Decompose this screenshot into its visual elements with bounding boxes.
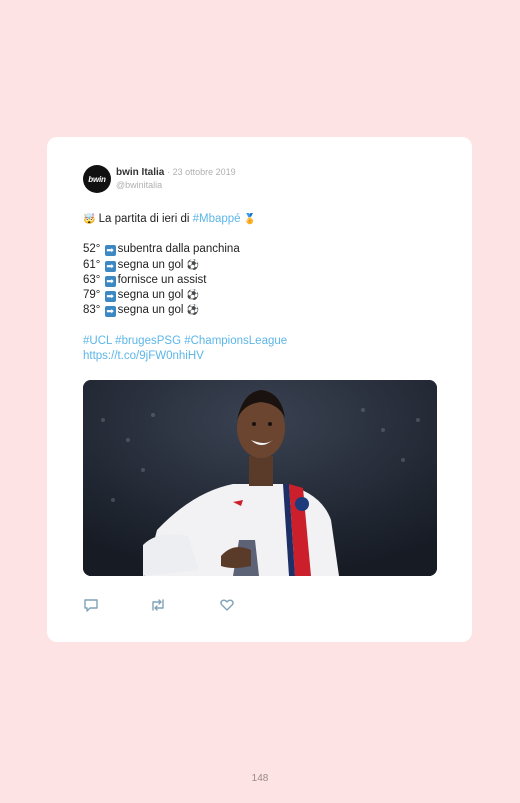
page-number: 148 — [251, 773, 269, 784]
event-minute: 61° — [83, 258, 101, 271]
right-arrow-icon: ➡ — [104, 275, 116, 287]
medal-emoji: 🏅 — [243, 214, 257, 225]
right-arrow-icon: ➡ — [104, 290, 116, 302]
tweet-link[interactable]: https://t.co/9jFW0nhiHV — [83, 349, 287, 364]
author-name[interactable]: bwin Italia — [116, 167, 164, 178]
events-list: 52° ➡ subentra dalla panchina 61° ➡ segna u… — [83, 242, 287, 318]
reply-icon[interactable] — [83, 597, 99, 613]
event-minute: 79° — [83, 288, 101, 301]
event-line: 83° ➡ segna un gol ⚽ — [83, 303, 287, 318]
author-handle[interactable]: @bwinitalia — [116, 180, 162, 190]
mbappe-hashtag[interactable]: #Mbappé — [193, 213, 241, 225]
event-line: 63° ➡ fornisce un assist — [83, 273, 287, 288]
tweet-photo[interactable] — [83, 380, 437, 576]
tweet-card: bwin bwin Italia · 23 ottobre 2019 @bwin… — [47, 137, 472, 642]
soccer-ball-icon: ⚽ — [186, 305, 200, 317]
event-text: fornisce un assist — [117, 273, 207, 286]
like-icon[interactable] — [219, 597, 235, 613]
exploding-head-emoji: 🤯 — [83, 214, 96, 225]
event-line: 52° ➡ subentra dalla panchina — [83, 242, 287, 257]
event-minute: 52° — [83, 243, 101, 256]
avatar[interactable]: bwin — [83, 165, 111, 193]
intro-line: 🤯 La partita di ieri di #Mbappé 🏅 — [83, 212, 287, 227]
tweet-actions — [83, 597, 283, 613]
tweet-text: 🤯 La partita di ieri di #Mbappé 🏅 52° ➡ s… — [83, 212, 287, 364]
right-arrow-icon: ➡ — [104, 260, 116, 272]
event-text: segna un gol — [117, 304, 184, 317]
event-text: segna un gol — [117, 288, 184, 301]
event-text: subentra dalla panchina — [117, 243, 240, 256]
right-arrow-icon: ➡ — [104, 245, 116, 257]
soccer-ball-icon: ⚽ — [186, 259, 200, 271]
event-minute: 63° — [83, 273, 101, 286]
avatar-logo-text: bwin — [88, 174, 106, 184]
right-arrow-icon: ➡ — [104, 306, 116, 318]
intro-text: La partita di ieri di — [98, 213, 193, 225]
hashtags[interactable]: #UCL #brugesPSG #ChampionsLeague — [83, 334, 287, 349]
tweet-date: · 23 ottobre 2019 — [167, 167, 236, 177]
event-line: 79° ➡ segna un gol ⚽ — [83, 288, 287, 303]
event-minute: 83° — [83, 304, 101, 317]
event-text: segna un gol — [117, 258, 184, 271]
retweet-icon[interactable] — [149, 597, 165, 613]
soccer-ball-icon: ⚽ — [186, 289, 200, 301]
event-line: 61° ➡ segna un gol ⚽ — [83, 258, 287, 273]
author-line: bwin Italia · 23 ottobre 2019 — [116, 167, 236, 178]
player-photo-illustration — [83, 380, 437, 576]
